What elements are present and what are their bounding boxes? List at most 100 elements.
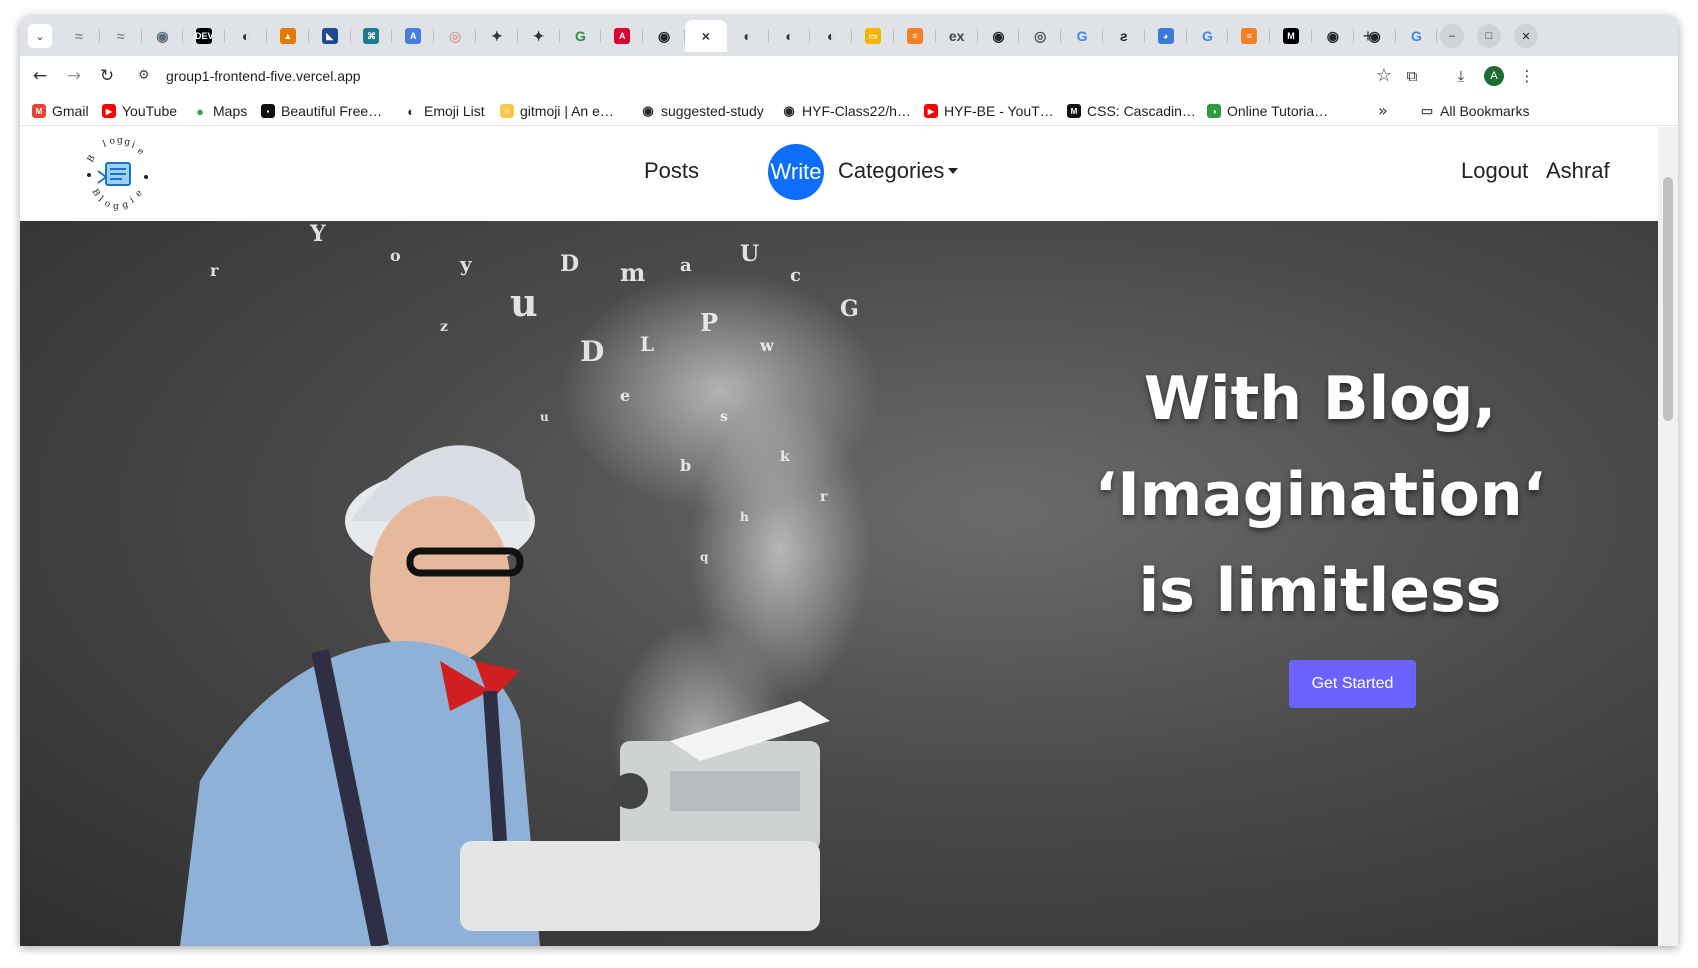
svg-text:g: g <box>117 136 123 146</box>
hero-line-3: is limitless <box>1138 556 1502 626</box>
google-icon-2: G <box>1201 28 1213 44</box>
extensions-icon[interactable]: ⧉ <box>1400 64 1424 88</box>
browser-tab[interactable]: ✦ <box>518 20 560 52</box>
browser-tab[interactable]: ◉ <box>142 20 184 52</box>
svg-text:o: o <box>103 199 112 210</box>
github-icon-3: ◉ <box>1326 27 1339 44</box>
profile-avatar[interactable]: A <box>1484 66 1504 86</box>
browser-tab[interactable]: G <box>560 20 602 52</box>
svg-text:z: z <box>440 319 448 335</box>
tab-search-button[interactable]: ⌄ <box>28 24 52 48</box>
back-icon[interactable]: ← <box>28 64 52 88</box>
youtube-icon: ▶ <box>102 104 116 118</box>
nav-categories-dropdown[interactable]: Categories <box>838 158 959 184</box>
site-settings-icon[interactable]: ⚙ <box>138 68 150 83</box>
download-icon[interactable]: ⤓ <box>1449 64 1473 88</box>
bookmark-item[interactable]: M Gmail <box>32 102 89 120</box>
browser-tab[interactable]: M <box>1270 20 1312 52</box>
tab-icon-1: ≈ <box>75 28 83 44</box>
maximize-button[interactable]: □ <box>1477 24 1501 48</box>
bookmark-item[interactable]: ▭ All Bookmarks <box>1420 102 1530 120</box>
svg-text:G: G <box>840 296 859 322</box>
ex-icon: ex <box>948 28 965 44</box>
svg-text:Y: Y <box>309 221 326 247</box>
browser-tab[interactable]: ◐ <box>225 20 267 52</box>
bookmark-label: HYF-Class22/h… <box>802 103 911 119</box>
get-started-button[interactable]: Get Started <box>1289 660 1416 708</box>
bookmark-item[interactable]: ▶ HYF-BE - YouT… <box>924 102 1054 120</box>
hero-heading: With Blog, ‘Imagination‘ is limitless <box>1060 351 1580 639</box>
browser-tab[interactable]: ▭ <box>852 20 894 52</box>
categories-label: Categories <box>838 158 945 183</box>
bookmark-item[interactable]: ● Maps <box>193 102 247 120</box>
browser-tab[interactable]: ≡ <box>1228 20 1270 52</box>
tab-list: ≈≈◉DEV◐▲◣⌘A◎✦✦GA◉×◐◐◐▭≡ex◉◎Gƨ◕G≡M◉◉G◉ <box>58 20 1479 52</box>
bookmark-item[interactable]: ◐ Emoji List <box>404 102 485 120</box>
browser-tab[interactable]: ≡ <box>894 20 936 52</box>
browser-tab[interactable]: ◎ <box>434 20 476 52</box>
url-text[interactable]: group1-frontend-five.vercel.app <box>166 68 361 84</box>
browser-tab[interactable]: G <box>1187 20 1229 52</box>
bookmark-star-icon[interactable]: ☆ <box>1376 65 1392 86</box>
menu-kebab-icon[interactable]: ⋮ <box>1515 64 1539 88</box>
browser-tab[interactable]: ≈ <box>58 20 100 52</box>
browser-tab[interactable]: ◕ <box>1145 20 1187 52</box>
github-icon: ◉ <box>783 103 795 118</box>
page-scrollbar[interactable] <box>1658 127 1678 946</box>
browser-tab[interactable]: ≈ <box>100 20 142 52</box>
browser-tab[interactable]: ◉ <box>978 20 1020 52</box>
browser-tab[interactable]: G <box>1396 20 1438 52</box>
close-window-button[interactable]: ✕ <box>1514 24 1538 48</box>
new-tab-button[interactable]: + <box>1356 24 1380 48</box>
svg-text:r: r <box>820 489 828 505</box>
nav-write-button[interactable]: Write <box>768 144 824 200</box>
caret-down-icon <box>948 168 959 174</box>
bookmark-item[interactable]: ◉ HYF-Class22/h… <box>782 102 911 120</box>
bookmark-item[interactable]: ◉ suggested-study <box>641 102 764 120</box>
app-icon: ◣ <box>321 28 338 44</box>
nav-posts-link[interactable]: Posts <box>644 158 699 184</box>
stackoverflow-icon: ≡ <box>906 28 923 44</box>
bookmark-item[interactable]: M CSS: Cascadin… <box>1067 102 1196 120</box>
bookmark-item[interactable]: ☺ gitmoji | An e… <box>500 102 614 120</box>
browser-tab[interactable]: ◎ <box>1019 20 1061 52</box>
browser-tab[interactable]: DEV <box>183 20 225 52</box>
browser-tab[interactable]: ◣ <box>309 20 351 52</box>
bookmark-label: suggested-study <box>661 103 764 119</box>
unsplash-icon: ▪ <box>261 104 275 118</box>
browser-tab[interactable]: ƨ <box>1103 20 1145 52</box>
browser-tab[interactable]: ◐ <box>810 20 852 52</box>
browser-tab[interactable]: ⌘ <box>351 20 393 52</box>
browser-tab[interactable]: ✦ <box>476 20 518 52</box>
minimize-button[interactable]: – <box>1440 24 1464 48</box>
browser-tab[interactable]: ◐ <box>727 20 769 52</box>
browser-tab[interactable]: A <box>392 20 434 52</box>
browser-tab[interactable]: ◐ <box>769 20 811 52</box>
browser-tab[interactable]: ◉ <box>1312 20 1354 52</box>
bookmark-label: YouTube <box>122 103 178 119</box>
browser-tab[interactable]: ▲ <box>267 20 309 52</box>
nav-logout-link[interactable]: Logout <box>1461 158 1528 184</box>
svg-text:g: g <box>121 200 129 211</box>
address-bar[interactable]: ⚙ group1-frontend-five.vercel.app ☆ <box>130 60 1400 92</box>
scrollbar-thumb[interactable] <box>1663 177 1673 421</box>
svg-text:w: w <box>759 336 775 355</box>
bookmark-item[interactable]: ◑ Online Tutoria… <box>1207 102 1328 120</box>
active-tab-close-icon[interactable]: × <box>698 28 714 44</box>
nav-user-name[interactable]: Ashraf <box>1546 158 1610 184</box>
circle-icon: ◎ <box>448 27 462 44</box>
browser-tab[interactable]: A <box>601 20 643 52</box>
bookmark-item[interactable]: ▪ Beautiful Free… <box>261 102 382 120</box>
browser-tab[interactable]: ◉ <box>643 20 685 52</box>
svg-text:b: b <box>680 456 691 475</box>
bloggie-logo[interactable]: l o g g i e B B l o g g i e <box>76 133 160 217</box>
bookmark-item[interactable]: ▶ YouTube <box>102 102 177 120</box>
forward-icon[interactable]: → <box>62 64 86 88</box>
svg-text:l: l <box>102 139 108 149</box>
more-bookmarks-icon[interactable]: » <box>1378 101 1388 120</box>
bookmark-label: Beautiful Free… <box>281 103 383 119</box>
browser-tab[interactable]: G <box>1061 20 1103 52</box>
browser-tab[interactable]: × <box>684 20 727 52</box>
reload-icon[interactable]: ↻ <box>95 64 119 88</box>
browser-tab[interactable]: ex <box>936 20 978 52</box>
